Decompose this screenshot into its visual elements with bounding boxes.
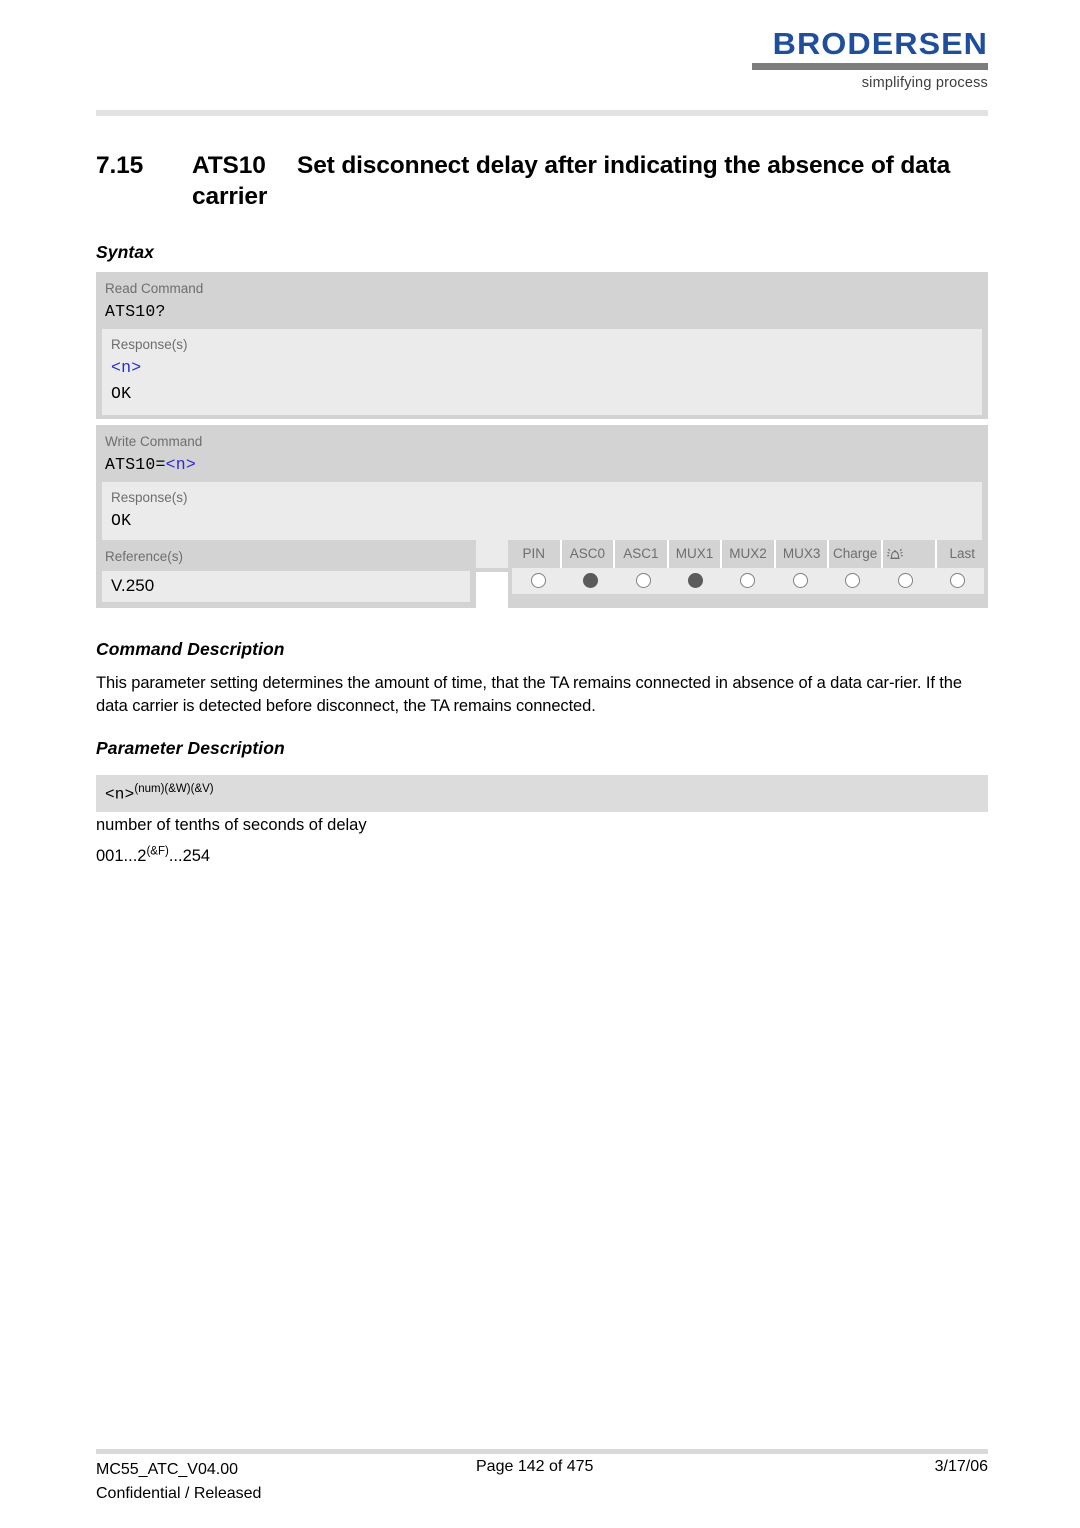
support-cell-mux2 [722,573,774,588]
heading-command-description: Command Description [96,639,285,659]
parameter-range: 001...2(&F)...254 [96,841,988,872]
parameter-body: number of tenths of seconds of delay 001… [96,810,988,873]
support-matrix-header: PIN ASC0 ASC1 MUX1 MUX2 MUX3 Charge Last [508,540,988,568]
parameter-range-suffix: ...254 [168,847,211,866]
support-cell-alarm [879,573,931,588]
footer-left: MC55_ATC_V04.00 Confidential / Released [96,1458,261,1506]
indicator-dot-last [950,573,966,588]
indicator-dot-pin [530,573,546,588]
reference-label: Reference(s) [105,549,184,564]
read-response-row: Response(s) <n> OK [102,328,982,416]
read-response-param: <n> [111,358,142,378]
read-response-label: Response(s) [111,336,188,352]
parameter-description-text: number of tenths of seconds of delay [96,816,367,834]
support-cell-mux3 [774,573,826,588]
parameter-name-superscript: (num)(&W)(&V) [134,783,214,795]
header-divider [96,110,988,116]
page-header: BRODERSEN simplifying process [96,28,988,108]
footer-date: 3/17/06 [934,1458,988,1475]
reference-value: V.250 [102,571,470,603]
indicator-dot-mux3 [792,573,808,588]
support-cell-mux1 [669,573,721,588]
footer-page-number: Page 142 of 475 [476,1458,594,1475]
parameter-name: <n>(num)(&W)(&V) [96,783,988,803]
support-col-mux3: MUX3 [776,540,830,568]
heading-parameter-description: Parameter Description [96,738,285,758]
support-col-asc0: ASC0 [562,540,616,568]
page-footer: MC55_ATC_V04.00 Confidential / Released … [96,1458,988,1512]
support-col-mux1: MUX1 [669,540,723,568]
write-response-ok: OK [111,511,132,531]
read-command-label: Read Command [105,281,204,296]
heading-syntax: Syntax [96,242,154,262]
read-command-code: ATS10? [105,302,166,322]
support-col-last: Last [949,546,976,561]
page-title: 7.15 ATS10 Set disconnect delay after indi… [96,150,988,213]
support-cell-asc0 [564,573,616,588]
read-command-block: Read Command ATS10? Response(s) <n> OK [96,272,988,420]
parameter-range-superscript: (&F) [146,845,169,858]
write-command-label: Write Command [105,434,203,450]
indicator-dot-mux1 [688,573,704,588]
syntax-table: Read Command ATS10? Response(s) <n> OK W… [96,272,988,578]
section-title-line2: carrier [192,183,268,211]
section-command: ATS10 [192,152,266,179]
write-command-param: <n> [165,455,196,475]
alarm-bell-icon [883,540,937,568]
parameter-name-text: <n> [105,785,135,804]
indicator-dot-asc0 [583,573,599,588]
read-response-ok: OK [111,383,132,403]
support-col-pin: PIN [508,540,562,568]
footer-doc-id: MC55_ATC_V04.00 [96,1461,238,1478]
support-col-charge: Charge [829,540,883,568]
indicator-dot-mux2 [740,573,756,588]
support-matrix-body [512,568,984,594]
parameter-header-row: <n>(num)(&W)(&V) [96,775,988,813]
read-response-code: <n> OK [102,355,982,406]
indicator-dot-asc1 [635,573,651,588]
support-col-asc1: ASC1 [615,540,669,568]
reference-support-row: Reference(s) V.250 PIN ASC0 ASC1 MUX1 MU… [96,540,988,609]
logo-wordmark: BRODERSEN [772,26,988,61]
reference-box: Reference(s) V.250 [96,540,476,609]
logo-bar [752,63,988,70]
footer-divider [96,1449,988,1454]
indicator-dot-alarm [897,573,913,588]
section-number: 7.15 [96,152,144,179]
write-command-code: ATS10=<n> [96,452,988,478]
support-cell-charge [827,573,879,588]
support-cell-pin [512,573,564,588]
brodersen-logo: BRODERSEN simplifying process [740,28,988,91]
command-description-text: This parameter setting determines the am… [96,674,962,716]
read-command-row: Read Command ATS10? Response(s) <n> OK [96,272,988,420]
support-matrix: PIN ASC0 ASC1 MUX1 MUX2 MUX3 Charge Last [508,540,988,609]
logo-tagline: simplifying process [861,75,988,91]
write-command-prefix: ATS10= [105,455,166,475]
parameter-range-prefix: 001...2 [96,847,147,866]
footer-classification: Confidential / Released [96,1485,262,1502]
section-title-line1: Set disconnect delay after indicating th… [297,152,951,179]
support-col-mux2: MUX2 [722,540,776,568]
row-spacer [476,540,508,608]
indicator-dot-charge [845,573,861,588]
support-cell-asc1 [617,573,669,588]
write-response-label: Response(s) [111,490,188,505]
document-page: BRODERSEN simplifying process 7.15 ATS10 S… [0,0,1080,1528]
support-cell-last [932,573,984,588]
